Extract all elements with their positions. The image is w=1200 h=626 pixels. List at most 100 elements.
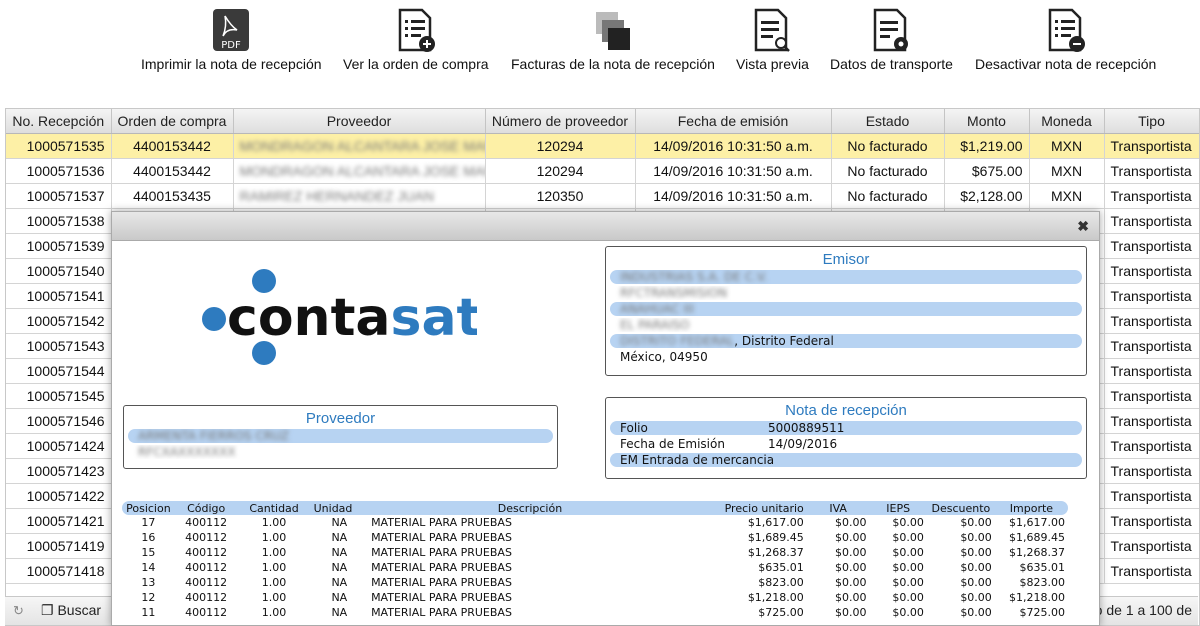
table-cell-rec: 1000571538 [6, 208, 112, 234]
view-purchase-order-label: Ver la orden de compra [343, 56, 489, 72]
table-cell-tipo: Transportista [1104, 283, 1199, 309]
table-row[interactable]: 1000571535 4400153442 MONDRAGON ALCANTARA … [6, 133, 1199, 159]
table-row[interactable]: 1000571536 4400153442 MONDRAGON ALCANTARA … [6, 158, 1199, 184]
deactivate-receipt-button[interactable]: Desactivar nota de recepción [975, 8, 1156, 72]
view-purchase-order-button[interactable]: Ver la orden de compra [343, 8, 489, 72]
fecha-line: Fecha de Emisión 14/09/2016 [620, 437, 838, 451]
items-col-importe: Importe [994, 501, 1068, 515]
print-receipt-button[interactable]: PDF Imprimir la nota de recepción [141, 8, 322, 72]
table-cell-orden: 4400153435 [111, 183, 234, 209]
item-row: 14 400112 1.00 NA MATERIAL PARA PRUEBAS $635.… [122, 560, 1068, 575]
emisor-state-line: DISTRITO FEDERAL, Distrito Federal [610, 334, 1082, 348]
item-cell-posicion: 15 [141, 546, 156, 559]
item-cell-unidad: NA [331, 591, 348, 604]
document-search-icon [755, 8, 791, 52]
col-header-numero-proveedor[interactable]: Número de proveedor [485, 109, 636, 134]
items-col-descripcion: Descripción [368, 501, 692, 515]
item-cell-codigo: 400112 [185, 606, 228, 619]
table-cell-rec: 1000571421 [6, 508, 112, 534]
item-cell-cantidad: 1.00 [261, 531, 287, 544]
proveedor-rfc: RFCXAXXXXXXX [138, 445, 236, 459]
col-header-estado[interactable]: Estado [831, 109, 945, 134]
deactivate-receipt-label: Desactivar nota de recepción [975, 56, 1157, 72]
item-cell-descuento: $0.00 [960, 576, 992, 589]
item-cell-codigo: 400112 [185, 591, 228, 604]
receipt-invoices-button[interactable]: Facturas de la nota de recepción [511, 8, 715, 72]
col-header-proveedor[interactable]: Proveedor [233, 109, 486, 134]
item-cell-posicion: 13 [141, 576, 156, 589]
emisor-rfc: RFCTRANSMISION [620, 286, 728, 300]
receipt-invoices-label: Facturas de la nota de recepción [511, 56, 715, 72]
document-gear-icon [874, 8, 909, 52]
item-cell-precio: $1,617.00 [747, 516, 804, 529]
table-cell-tipo: Transportista [1104, 308, 1199, 334]
item-cell-unidad: NA [331, 606, 348, 619]
item-row: 13 400112 1.00 NA MATERIAL PARA PRUEBAS $823.… [122, 575, 1068, 590]
items-col-posicion: Posicion [122, 501, 175, 515]
item-row: 17 400112 1.00 NA MATERIAL PARA PRUEBAS $1,61… [122, 515, 1068, 530]
folio-line: Folio 5000889511 [610, 421, 1082, 435]
preview-button[interactable]: Vista previa [736, 8, 809, 72]
item-cell-iva: $0.00 [834, 591, 867, 604]
item-cell-precio: $1,218.00 [747, 591, 804, 604]
proveedor-name: ARMENTA FIERROS CRUZ [128, 429, 553, 443]
item-cell-iva: $0.00 [834, 606, 867, 619]
toolbar: PDF Imprimir la nota de recepción Ver la… [0, 0, 1200, 105]
col-header-orden[interactable]: Orden de compra [111, 109, 234, 134]
col-header-recepcion[interactable]: No. Recepción [6, 109, 112, 134]
item-cell-ieps: $0.00 [892, 591, 924, 604]
col-header-monto[interactable]: Monto [944, 109, 1030, 134]
svg-text:contasat: contasat [227, 288, 477, 348]
table-cell-monto: $1,219.00 [944, 133, 1030, 159]
search-button[interactable]: ❐ Buscar [41, 602, 101, 619]
emisor-title: Emisor [822, 251, 870, 268]
item-cell-importe: $725.00 [1019, 606, 1066, 619]
col-header-fecha[interactable]: Fecha de emisión [635, 109, 832, 134]
table-cell-estado: No facturado [831, 183, 945, 209]
item-cell-descuento: $0.00 [960, 606, 992, 619]
table-row[interactable]: 1000571537 4400153435 RAMIREZ HERNANDEZ JU… [6, 183, 1199, 209]
modal-titlebar[interactable]: ✖ [112, 212, 1099, 241]
item-cell-ieps: $0.00 [892, 546, 924, 559]
table-cell-orden: 4400153442 [111, 158, 234, 184]
item-row: 12 400112 1.00 NA MATERIAL PARA PRUEBAS $1,21… [122, 590, 1068, 605]
item-cell-ieps: $0.00 [892, 561, 924, 574]
item-cell-unidad: NA [331, 516, 348, 529]
item-cell-iva: $0.00 [834, 531, 867, 544]
table-cell-rec: 1000571423 [6, 458, 112, 484]
item-cell-importe: $1,617.00 [1009, 516, 1065, 529]
table-cell-num: 120294 [485, 133, 636, 159]
col-header-tipo[interactable]: Tipo [1104, 109, 1199, 134]
item-cell-cantidad: 1.00 [261, 576, 287, 589]
item-cell-descuento: $0.00 [960, 546, 992, 559]
transport-data-button[interactable]: Datos de transporte [830, 8, 953, 72]
item-row: 11 400112 1.00 NA MATERIAL PARA PRUEBAS $725.… [122, 605, 1068, 620]
item-cell-codigo: 400112 [185, 561, 228, 574]
table-cell-prov: MONDRAGON ALCANTARA JOSE MANUEL [233, 158, 486, 184]
table-cell-tipo: Transportista [1104, 408, 1199, 434]
table-cell-prov: RAMIREZ HERNANDEZ JUAN [233, 183, 486, 209]
table-cell-orden: 4400153442 [111, 133, 234, 159]
table-cell-rec: 1000571419 [6, 533, 112, 559]
table-cell-rec: 1000571542 [6, 308, 112, 334]
item-cell-ieps: $0.00 [892, 606, 924, 619]
items-col-precio: Precio unitario [691, 501, 807, 515]
table-cell-fecha: 14/09/2016 10:31:50 a.m. [635, 183, 832, 209]
item-cell-descripcion: MATERIAL PARA PRUEBAS [371, 606, 512, 619]
item-cell-unidad: NA [331, 576, 348, 589]
col-header-moneda[interactable]: Moneda [1029, 109, 1105, 134]
table-cell-moneda: MXN [1029, 133, 1105, 159]
item-cell-descripcion: MATERIAL PARA PRUEBAS [371, 591, 512, 604]
table-cell-monto: $675.00 [944, 158, 1030, 184]
table-cell-moneda: MXN [1029, 183, 1105, 209]
table-cell-tipo: Transportista [1104, 133, 1199, 159]
item-cell-descripcion: MATERIAL PARA PRUEBAS [371, 516, 512, 529]
close-icon[interactable]: ✖ [1077, 218, 1089, 235]
table-cell-tipo: Transportista [1104, 483, 1199, 509]
table-cell-tipo: Transportista [1104, 533, 1199, 559]
item-cell-cantidad: 1.00 [261, 591, 287, 604]
stacked-documents-icon [595, 12, 630, 50]
refresh-icon[interactable]: ↻ [13, 603, 24, 619]
table-cell-num: 120350 [485, 183, 636, 209]
table-cell-rec: 1000571539 [6, 233, 112, 259]
